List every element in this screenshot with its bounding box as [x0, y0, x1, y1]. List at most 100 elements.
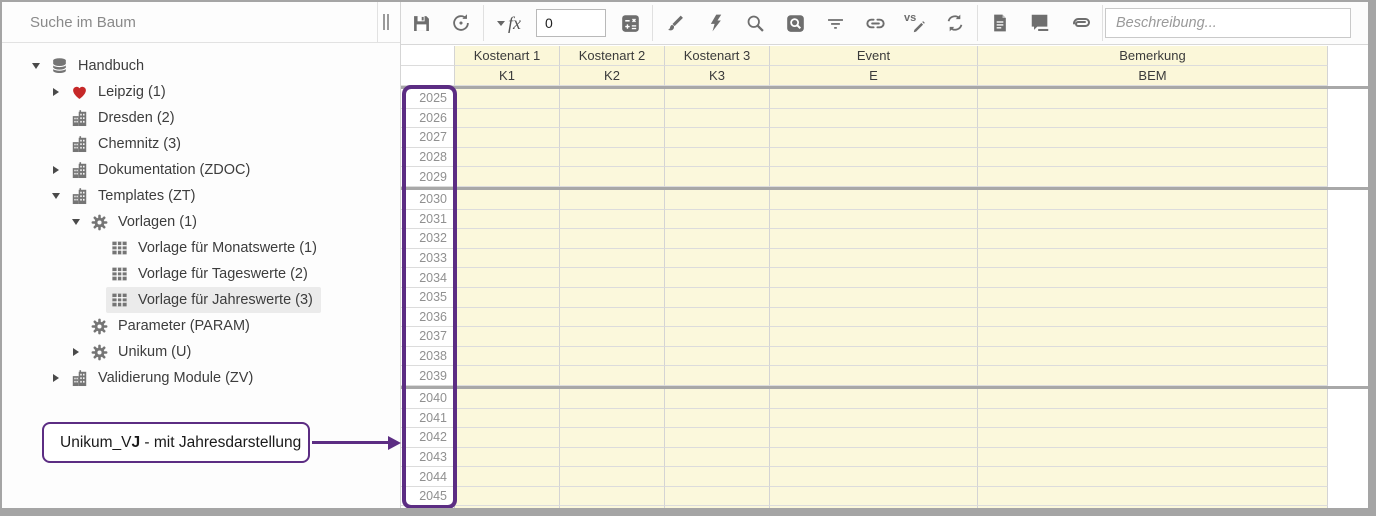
grid-cell[interactable] — [665, 109, 770, 129]
grid-cell[interactable] — [978, 249, 1328, 269]
column-header-K1[interactable]: K1 — [455, 66, 560, 86]
grid-cell[interactable] — [978, 229, 1328, 249]
grid-cell[interactable] — [560, 347, 665, 367]
number-input[interactable] — [536, 9, 606, 37]
row-header-year[interactable]: 2035 — [401, 288, 455, 308]
grid-cell[interactable] — [455, 268, 560, 288]
grid-cell[interactable] — [455, 308, 560, 328]
grid-cell[interactable] — [978, 366, 1328, 386]
row-header-year[interactable]: 2044 — [401, 467, 455, 487]
link-button[interactable] — [855, 5, 895, 41]
filter-button[interactable] — [815, 5, 855, 41]
row-header-year[interactable]: 2032 — [401, 229, 455, 249]
grid-cell[interactable] — [978, 308, 1328, 328]
grid-cell[interactable] — [665, 347, 770, 367]
grid-cell[interactable] — [978, 389, 1328, 409]
grid-cell[interactable] — [560, 366, 665, 386]
grid-cell[interactable] — [560, 308, 665, 328]
grid-cell[interactable] — [560, 128, 665, 148]
description-input[interactable] — [1105, 8, 1351, 38]
sidebar-item[interactable]: Handbuch — [2, 53, 400, 79]
grid-cell[interactable] — [770, 268, 978, 288]
grid-cell[interactable] — [978, 347, 1328, 367]
grid-cell[interactable] — [978, 148, 1328, 168]
grid-cell[interactable] — [770, 190, 978, 210]
grid-cell[interactable] — [560, 448, 665, 468]
grid-cell[interactable] — [978, 428, 1328, 448]
versions-edit-button[interactable]: vs — [895, 5, 935, 41]
grid-cell[interactable] — [665, 366, 770, 386]
row-header-year[interactable]: 2043 — [401, 448, 455, 468]
chevron-down-icon[interactable] — [46, 186, 66, 206]
row-header-year[interactable]: 2034 — [401, 268, 455, 288]
row-header-year[interactable]: 2029 — [401, 167, 455, 187]
grid-cell[interactable] — [560, 467, 665, 487]
brush-button[interactable] — [655, 5, 695, 41]
grid-cell[interactable] — [665, 409, 770, 429]
grid-cell[interactable] — [455, 428, 560, 448]
grid-cell[interactable] — [770, 428, 978, 448]
grid-cell[interactable] — [665, 229, 770, 249]
grid-cell[interactable] — [665, 268, 770, 288]
grid-cell[interactable] — [455, 327, 560, 347]
row-header-year[interactable]: 2040 — [401, 389, 455, 409]
grid-cell[interactable] — [665, 448, 770, 468]
grid-cell[interactable] — [978, 109, 1328, 129]
comment-button[interactable] — [1020, 5, 1060, 41]
lightning-button[interactable] — [695, 5, 735, 41]
grid-cell[interactable] — [455, 448, 560, 468]
sidebar-item[interactable]: Parameter (PARAM) — [2, 313, 400, 339]
grid-cell[interactable] — [770, 210, 978, 230]
grid-cell[interactable] — [455, 409, 560, 429]
grid-cell[interactable] — [978, 487, 1328, 507]
grid-cell[interactable] — [665, 308, 770, 328]
grid-cell[interactable] — [455, 109, 560, 129]
column-header-K2[interactable]: K2 — [560, 66, 665, 86]
grid-cell[interactable] — [665, 327, 770, 347]
grid-cell[interactable] — [770, 89, 978, 109]
search-button[interactable] — [735, 5, 775, 41]
row-header-year[interactable]: 2025 — [401, 89, 455, 109]
grid-cell[interactable] — [978, 467, 1328, 487]
row-header-year[interactable]: 2026 — [401, 109, 455, 129]
row-header-year[interactable]: 2028 — [401, 148, 455, 168]
column-header-K3[interactable]: Kostenart 3 — [665, 46, 770, 66]
row-header-year[interactable]: 2027 — [401, 128, 455, 148]
grid-cell[interactable] — [770, 229, 978, 249]
sidebar-item[interactable]: Vorlage für Tageswerte (2) — [2, 261, 400, 287]
grid-cell[interactable] — [560, 229, 665, 249]
chevron-down-icon[interactable] — [66, 212, 86, 232]
grid-cell[interactable] — [560, 249, 665, 269]
calculator-button[interactable] — [610, 5, 650, 41]
grid-cell[interactable] — [665, 190, 770, 210]
grid-cell[interactable] — [455, 210, 560, 230]
grid-cell[interactable] — [978, 268, 1328, 288]
row-header-year[interactable]: 2038 — [401, 347, 455, 367]
grid-cell[interactable] — [770, 347, 978, 367]
grid-cell[interactable] — [665, 89, 770, 109]
sidebar-item[interactable]: Leipzig (1) — [2, 79, 400, 105]
save-button[interactable] — [401, 5, 441, 41]
search-in-document-button[interactable] — [775, 5, 815, 41]
grid-cell[interactable] — [978, 167, 1328, 187]
grid-cell[interactable] — [770, 389, 978, 409]
grid-cell[interactable] — [560, 268, 665, 288]
grid-cell[interactable] — [770, 409, 978, 429]
grid-cell[interactable] — [978, 448, 1328, 468]
paperclip-button[interactable] — [1060, 5, 1100, 41]
grid-cell[interactable] — [770, 467, 978, 487]
grid-cell[interactable] — [560, 487, 665, 507]
grid-cell[interactable] — [665, 210, 770, 230]
chevron-right-icon[interactable] — [46, 160, 66, 180]
grid-cell[interactable] — [978, 288, 1328, 308]
row-header-year[interactable]: 2041 — [401, 409, 455, 429]
grid-cell[interactable] — [560, 190, 665, 210]
grid-cell[interactable] — [978, 89, 1328, 109]
grid-cell[interactable] — [978, 327, 1328, 347]
grid-cell[interactable] — [770, 128, 978, 148]
sidebar-item[interactable]: Unikum (U) — [2, 339, 400, 365]
row-header-year[interactable]: 2039 — [401, 366, 455, 386]
grid-cell[interactable] — [455, 467, 560, 487]
row-header-year[interactable]: 2042 — [401, 428, 455, 448]
formula-dropdown-button[interactable]: fx — [486, 5, 532, 41]
